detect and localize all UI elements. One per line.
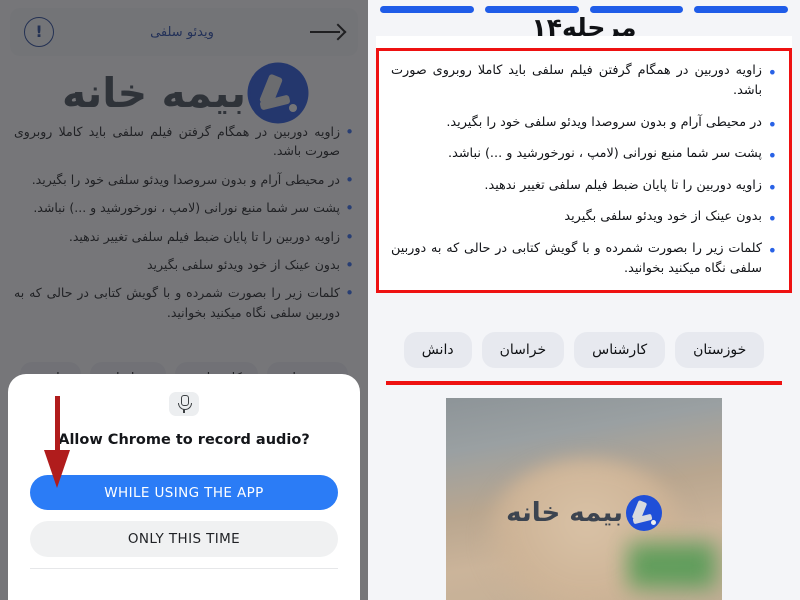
word-chip[interactable]: دانش [403,332,472,368]
progress-segment [484,6,579,13]
camera-watermark-text: بیمه خانه [506,497,624,528]
progress-segment [589,6,684,13]
left-phone-screen: ! ویدئو سلفی بیمه خانه زاویه دوربین در ه… [0,0,368,600]
list-item: کلمات زیر را بصورت شمرده و با گویش کتابی… [391,238,777,280]
step-progress-bar [380,6,788,13]
annotation-underline [386,381,782,385]
word-chip[interactable]: خراسان [481,332,565,368]
permission-dialog: Allow Chrome to record audio? WHILE USIN… [8,374,360,600]
blurred-background-blob [628,543,717,588]
permission-dialog-title: Allow Chrome to record audio? [58,432,310,449]
list-item: در محیطی آرام و بدون سروصدا ویدئو سلفی خ… [391,112,777,138]
right-phone-screen: مرحله۱۴ زاویه دوربین در همگام گرفتن فیلم… [368,0,800,600]
list-item: پشت سر شما منبع نورانی (لامپ ، نورخورشید… [391,143,777,169]
list-item: زاویه دوربین در همگام گرفتن فیلم سلفی با… [391,60,777,102]
progress-segment [380,6,474,13]
content-spacer [376,36,792,48]
progress-segment [694,6,788,13]
only-this-time-button[interactable]: ONLY THIS TIME [30,521,338,557]
screenshot-root: ! ویدئو سلفی بیمه خانه زاویه دوربین در ه… [0,0,800,600]
word-chip-list: خوزستان کارشناس خراسان دانش [378,332,790,368]
bimehkhaneh-logo-icon [625,494,662,531]
camera-preview[interactable]: بیمه خانه [446,398,722,600]
list-item: بدون عینک از خود ویدئو سلفی بگیرید [391,206,777,232]
list-item: زاویه دوربین را تا پایان ضبط فیلم سلفی ت… [391,175,777,201]
microphone-icon [169,392,199,417]
camera-watermark: بیمه خانه [446,494,722,531]
while-using-the-app-button[interactable]: WHILE USING THE APP [30,475,338,511]
word-chip[interactable]: خوزستان [675,332,765,368]
word-chip[interactable]: کارشناس [574,332,666,368]
dont-allow-button[interactable] [30,567,338,600]
highlighted-instruction-box: زاویه دوربین در همگام گرفتن فیلم سلفی با… [376,48,792,293]
